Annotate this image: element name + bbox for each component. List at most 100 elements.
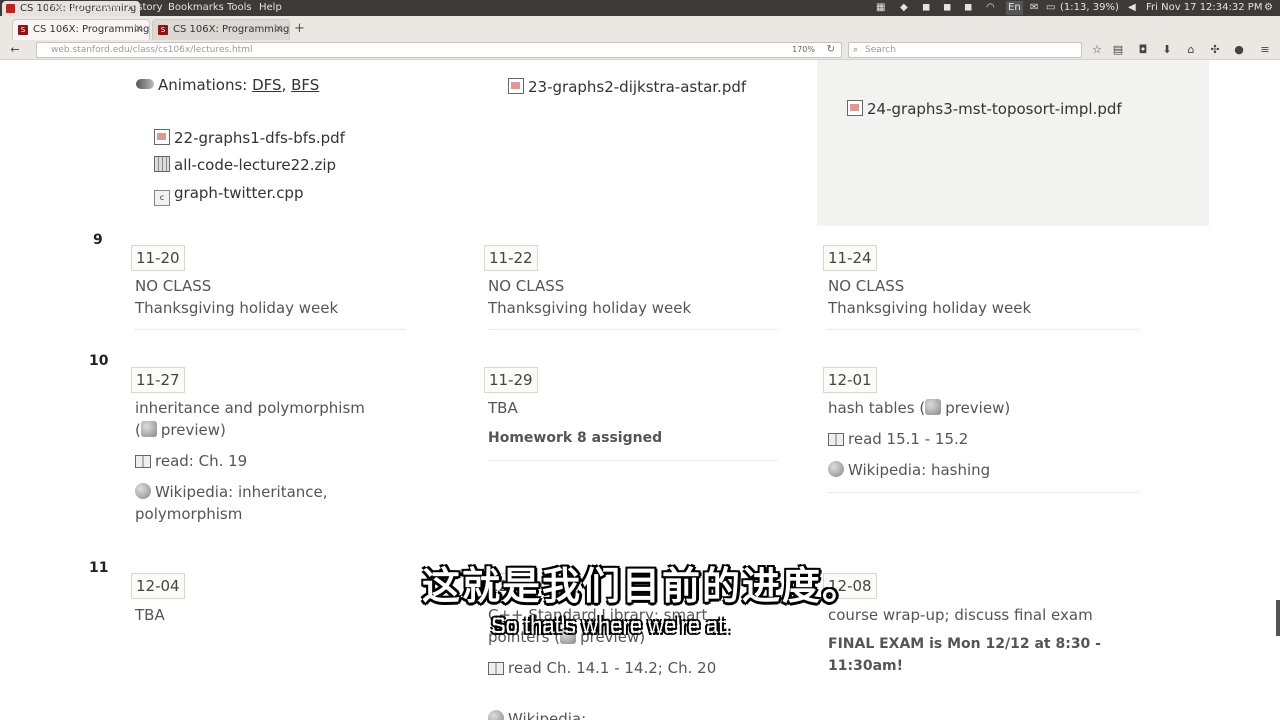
stanford-favicon-icon: S [18,25,28,35]
preview-link[interactable]: (preview) [135,421,226,439]
home-icon[interactable]: ⌂ [1184,43,1198,57]
back-arrow-icon[interactable]: ← [8,43,22,57]
volume-icon[interactable]: ◀ [1128,3,1138,13]
wikipedia-label: Wikipedia: hashing [848,461,991,479]
reload-icon[interactable]: ↻ [827,43,835,57]
lecture-title: hash tables (preview) [828,399,1010,417]
file-name: 22-graphs1-dfs-bfs.pdf [174,129,345,147]
file-link[interactable]: 23-graphs2-dijkstra-astar.pdf [508,78,746,96]
url-bar[interactable]: web.stanford.edu/class/cs106x/lectures.h… [36,42,842,58]
week-number: 10 [89,353,109,369]
pocket-icon[interactable]: ◘ [1136,43,1150,57]
wikipedia-label: Wikipedia: inheritance, [155,483,328,501]
close-tab-icon[interactable]: ✕ [135,20,143,40]
wikipedia-link[interactable]: Wikipedia: inheritance, [135,483,328,501]
reading-list-icon[interactable]: ▤ [1111,43,1125,57]
wifi-icon[interactable]: ◠ [986,3,996,13]
browser-tab-label: CS 106X: Programming [173,24,290,35]
extension-icon[interactable]: ✣ [1208,43,1222,57]
divider [488,329,778,330]
os-menu-bar: CS 106X: Programming ✕ File Edit View His… [0,0,1280,16]
reading-label: read Ch. 14.1 - 14.2; Ch. 20 [508,659,717,677]
search-input[interactable]: ⌕ Search [848,42,1082,58]
menu-file[interactable]: File [47,0,64,16]
lecture-note: Thanksgiving holiday week [828,299,1032,317]
date-badge: 11-27 [131,367,185,393]
dropbox-icon[interactable]: ◆ [900,3,910,13]
menu-view[interactable]: View [96,0,120,16]
subtitle-english: So that's where we're at. [491,613,731,638]
file-link[interactable]: c graph-twitter.cpp [154,184,303,206]
wikipedia-link[interactable]: Wikipedia: [488,710,586,720]
pdf-icon [508,78,524,94]
scrollbar-thumb[interactable] [1276,600,1280,636]
settings-gear-icon[interactable]: ⚙ [1264,3,1274,13]
menu-edit[interactable]: Edit [71,0,90,16]
search-placeholder: Search [865,45,896,55]
preview-icon[interactable] [925,399,942,415]
new-tab-plus-icon[interactable]: + [294,20,305,38]
file-link[interactable]: all-code-lecture22.zip [154,156,336,174]
download-icon[interactable]: ⬇ [1160,43,1174,57]
browser-toolbar: ← web.stanford.edu/class/cs106x/lectures… [0,40,1280,60]
url-text: web.stanford.edu/class/cs106x/lectures.h… [51,45,253,55]
week-number: 11 [89,560,109,576]
menu-hamburger-icon[interactable]: ≡ [1258,43,1272,57]
tray-app-icon[interactable]: ◼ [943,3,953,13]
date-badge: 11-24 [823,245,877,271]
lecture-title: NO CLASS [488,277,565,295]
browser-tab-1[interactable]: S CS 106X: Programming ✕ [12,19,150,40]
menu-bookmarks[interactable]: Bookmarks [168,0,224,16]
close-tab-icon[interactable]: ✕ [275,20,283,40]
browser-tab-strip: S CS 106X: Programming ✕ S CS 106X: Program… [0,16,1280,40]
divider [135,329,405,330]
browser-tab-2[interactable]: S CS 106X: Programming ✕ [152,19,290,40]
date-badge: 11-20 [131,245,185,271]
addon-icon[interactable]: ● [1232,43,1246,57]
reading-assignment: read: Ch. 19 [135,452,247,470]
zoom-level[interactable]: 170% [792,43,815,57]
mail-icon[interactable]: ✉ [1030,3,1040,13]
book-icon [135,455,151,468]
wikipedia-globe-icon [135,483,151,499]
homework-notice: Homework 8 assigned [488,430,663,446]
animation-icon [136,79,154,89]
lecture-title: NO CLASS [828,277,905,295]
file-link[interactable]: 22-graphs1-dfs-bfs.pdf [154,129,345,147]
wikipedia-label-cont[interactable]: polymorphism [135,505,242,523]
file-name: 23-graphs2-dijkstra-astar.pdf [528,78,747,96]
dfs-animation-link[interactable]: DFS [252,76,281,94]
wikipedia-link[interactable]: Wikipedia: hashing [828,461,990,479]
menu-tools[interactable]: Tools [227,0,252,16]
battery-icon[interactable]: ▭ [1046,3,1056,13]
keyboard-layout-indicator[interactable]: En [1006,1,1023,15]
battery-status: (1:13, 39%) [1060,2,1119,13]
preview-label[interactable]: preview) [945,399,1010,417]
lecture-title: NO CLASS [135,277,212,295]
stanford-favicon-icon [6,4,15,13]
menu-help[interactable]: Help [259,0,282,16]
reading-label: read: Ch. 19 [155,452,248,470]
subtitle-chinese: 这就是我们目前的进度。 [422,564,863,608]
indicator-icon[interactable]: ▦ [876,3,886,13]
date-badge: 12-04 [131,573,185,599]
book-icon [488,662,504,675]
clock[interactable]: Fri Nov 17 12:34:32 PM [1146,0,1262,16]
wikipedia-label: Wikipedia: [508,710,587,720]
final-exam-notice-cont: 11:30am! [828,658,903,674]
pdf-icon [847,100,863,116]
search-icon: ⌕ [853,45,859,55]
animations-label: Animations: [158,76,248,94]
file-name: graph-twitter.cpp [174,184,304,202]
preview-icon [140,421,157,437]
current-lecture-highlight [817,60,1209,226]
wikipedia-globe-icon [828,461,844,477]
tray-app-icon[interactable]: ◼ [922,3,932,13]
bfs-animation-link[interactable]: BFS [291,76,319,94]
file-link[interactable]: 24-graphs3-mst-toposort-impl.pdf [847,100,1122,118]
lecture-title: TBA [488,399,518,417]
bookmark-star-icon[interactable]: ☆ [1090,43,1104,57]
menu-history[interactable]: History [127,0,163,16]
lecture-note: Thanksgiving holiday week [135,299,339,317]
tray-app-icon[interactable]: ◼ [964,3,974,13]
